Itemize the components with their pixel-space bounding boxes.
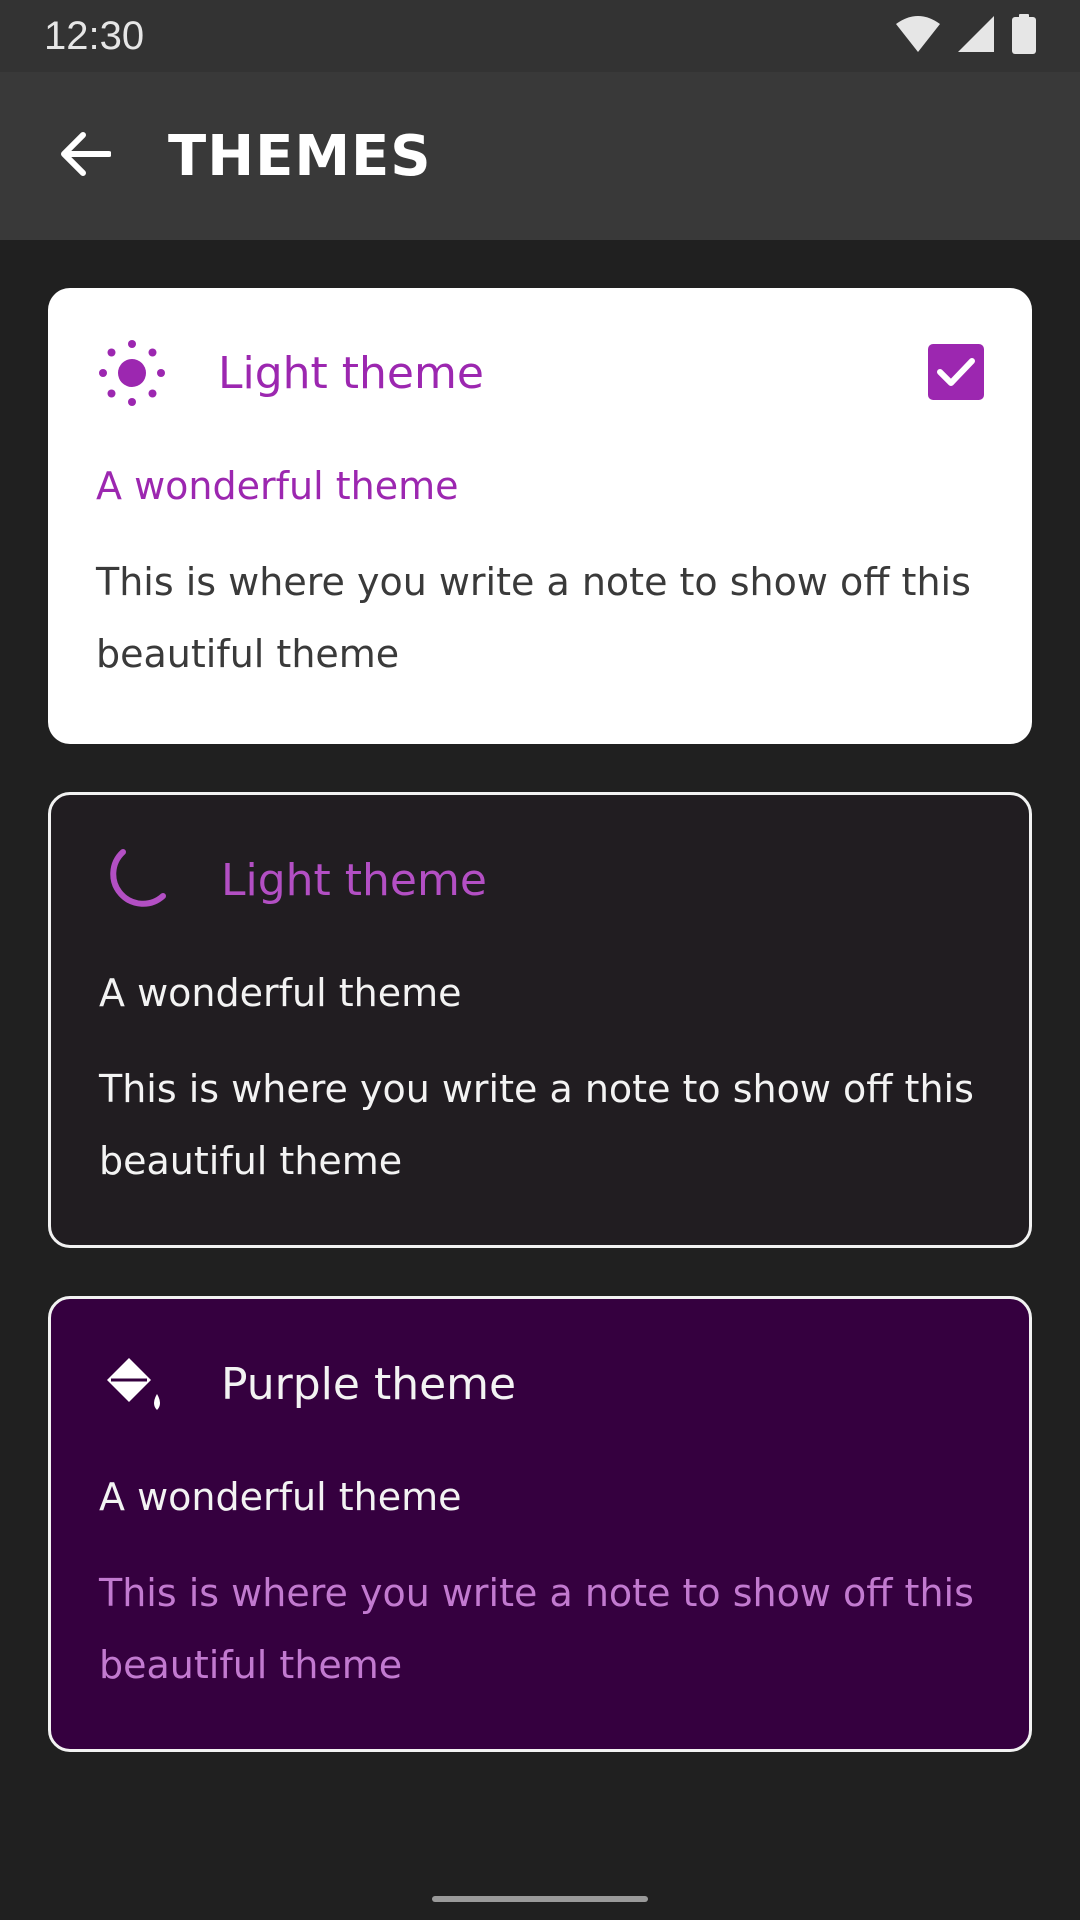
paint-bucket-icon: [99, 1348, 171, 1420]
check-icon: [937, 358, 975, 386]
theme-description: This is where you write a note to show o…: [99, 1571, 974, 1687]
status-icons: [896, 14, 1036, 58]
theme-card-dark[interactable]: Light theme A wonderful theme This is wh…: [48, 792, 1032, 1248]
arrow-back-icon: [59, 131, 112, 181]
gesture-nav-handle[interactable]: [432, 1896, 648, 1902]
theme-subtitle: A wonderful theme: [99, 971, 462, 1015]
theme-card-purple[interactable]: Purple theme A wonderful theme This is w…: [48, 1296, 1032, 1752]
theme-card-header: Light theme: [96, 338, 984, 408]
sun-icon: [96, 337, 168, 409]
battery-icon: [1012, 14, 1036, 58]
theme-card-header: Light theme: [99, 845, 981, 915]
theme-subtitle: A wonderful theme: [99, 1475, 462, 1519]
cellular-signal-icon: [958, 16, 994, 56]
selected-checkbox[interactable]: [928, 344, 984, 400]
page-title: THEMES: [168, 123, 432, 189]
theme-title: Light theme: [218, 347, 484, 399]
status-time: 12:30: [44, 13, 145, 58]
status-bar: 12:30: [0, 0, 1080, 72]
wifi-icon: [896, 16, 940, 56]
theme-title: Purple theme: [221, 1358, 517, 1410]
theme-card-header: Purple theme: [99, 1349, 981, 1419]
theme-title: Light theme: [221, 854, 487, 906]
theme-description: This is where you write a note to show o…: [96, 560, 971, 676]
app-bar: THEMES: [0, 72, 1080, 240]
theme-card-light[interactable]: Light theme A wonderful theme This is wh…: [48, 288, 1032, 744]
moon-icon: [99, 844, 171, 916]
theme-description: This is where you write a note to show o…: [99, 1067, 974, 1183]
back-button[interactable]: [30, 101, 140, 211]
theme-subtitle: A wonderful theme: [96, 464, 459, 508]
